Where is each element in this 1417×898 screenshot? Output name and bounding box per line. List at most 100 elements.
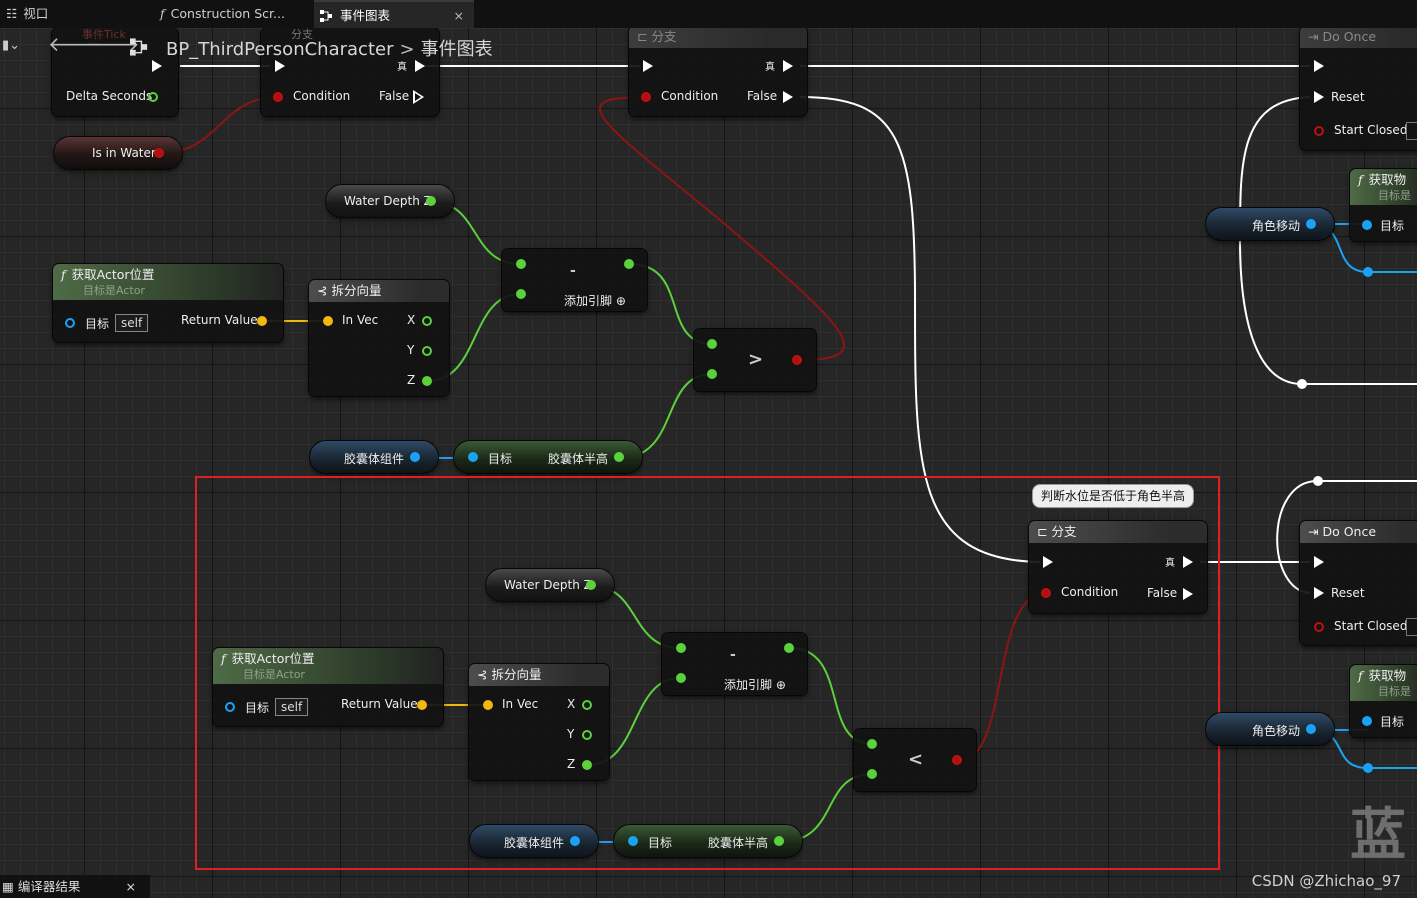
capsule-component-pin[interactable]	[410, 452, 420, 462]
subtract-node-2[interactable]: - 添加引脚 ⊕	[662, 633, 807, 695]
add-pin-button[interactable]: 添加引脚 ⊕	[724, 676, 786, 693]
false-exec-pin[interactable]	[783, 91, 793, 103]
is-in-water-pin[interactable]	[154, 148, 164, 158]
get-capsule-half-height-node[interactable]: 目标 胶囊体半高	[614, 825, 802, 857]
z-pin[interactable]	[582, 760, 592, 770]
start-closed-checkbox[interactable]	[1406, 618, 1417, 636]
branch-header: ⊏ 分支	[629, 26, 807, 48]
add-pin-button[interactable]: 添加引脚 ⊕	[564, 292, 626, 309]
z-pin[interactable]	[422, 376, 432, 386]
tab-bar: ☷ 视口 f Construction Scr... 事件图表 ×	[0, 0, 1417, 28]
capsule-component-variable[interactable]: 胶囊体组件	[470, 825, 598, 857]
y-pin[interactable]	[582, 730, 592, 740]
y-pin[interactable]	[422, 346, 432, 356]
compare-a-pin[interactable]	[707, 339, 717, 349]
water-depth-z-variable[interactable]: Water Depth Z	[326, 185, 454, 217]
target-pin[interactable]	[468, 452, 478, 462]
tab-viewport[interactable]: ☷ 视口	[0, 0, 150, 28]
in-vec-pin[interactable]	[323, 316, 333, 326]
character-movement-pin[interactable]	[1306, 219, 1316, 229]
subtract-node-1[interactable]: - 添加引脚 ⊕	[502, 249, 647, 311]
character-movement-pin[interactable]	[1306, 724, 1316, 734]
water-depth-z-pin[interactable]	[426, 196, 436, 206]
exec-in-pin[interactable]	[1314, 60, 1324, 72]
plus-circle-icon: ⊕	[775, 678, 786, 692]
do-once-node-2[interactable]: ⇥ Do Once Reset Start Closed	[1300, 521, 1417, 645]
close-panel-button[interactable]: ×	[126, 875, 136, 898]
start-closed-checkbox[interactable]	[1406, 122, 1417, 140]
target-pin[interactable]	[1362, 716, 1372, 726]
exec-out-pin[interactable]	[152, 60, 162, 72]
self-field[interactable]: self	[115, 314, 149, 332]
breadcrumb-graph[interactable]: 事件图表	[421, 39, 493, 60]
water-depth-z-pin[interactable]	[586, 580, 596, 590]
tab-construction-script[interactable]: f Construction Scr...	[152, 0, 312, 28]
self-field[interactable]: self	[275, 698, 309, 716]
exec-in-pin[interactable]	[275, 60, 285, 72]
character-movement-variable[interactable]: 角色移动	[1206, 208, 1334, 240]
subtract-b-pin[interactable]	[676, 673, 686, 683]
condition-pin[interactable]	[273, 92, 283, 102]
get-actor-location-node-1[interactable]: f 获取Actor位置 目标是Actor 目标 self Return Value	[53, 264, 283, 342]
capsule-component-variable[interactable]: 胶囊体组件	[310, 441, 438, 473]
x-pin[interactable]	[422, 316, 432, 326]
tab-event-graph[interactable]: 事件图表 ×	[314, 0, 474, 28]
get-capsule-half-height-node[interactable]: 目标 胶囊体半高	[454, 441, 642, 473]
wire-layer	[159, 65, 1417, 843]
start-closed-pin[interactable]	[1314, 126, 1324, 136]
get-component-node-2[interactable]: f 获取物 目标是 目标	[1350, 665, 1417, 737]
true-exec-pin[interactable]	[415, 60, 425, 72]
capsule-component-pin[interactable]	[570, 836, 580, 846]
true-exec-pin[interactable]	[1183, 556, 1193, 568]
half-height-pin[interactable]	[614, 452, 624, 462]
target-pin[interactable]	[225, 702, 235, 712]
half-height-pin[interactable]	[774, 836, 784, 846]
x-pin[interactable]	[582, 700, 592, 710]
get-actor-location-node-2[interactable]: f 获取Actor位置 目标是Actor 目标 self Return Value	[213, 648, 443, 726]
break-vector-node-2[interactable]: ⊰ 拆分向量 In Vec X Y Z	[469, 664, 609, 780]
is-in-water-variable[interactable]: Is in Water	[54, 137, 182, 169]
bookmark-icon[interactable]: ▮⌄	[2, 38, 20, 53]
greater-than-node[interactable]: >	[694, 329, 816, 391]
subtract-b-pin[interactable]	[516, 289, 526, 299]
subtract-a-pin[interactable]	[516, 259, 526, 269]
target-pin[interactable]	[1362, 220, 1372, 230]
delta-seconds-pin[interactable]	[148, 92, 158, 102]
condition-pin[interactable]	[641, 92, 651, 102]
branch-node-3[interactable]: ⊏ 分支 真 Condition False	[1029, 521, 1207, 613]
comment-bubble[interactable]: 判断水位是否低于角色半高	[1032, 484, 1195, 508]
compare-result-pin[interactable]	[952, 755, 962, 765]
return-value-pin[interactable]	[257, 316, 267, 326]
condition-pin[interactable]	[1041, 588, 1051, 598]
in-vec-pin[interactable]	[483, 700, 493, 710]
subtract-a-pin[interactable]	[676, 643, 686, 653]
false-exec-pin[interactable]	[1183, 588, 1193, 600]
start-closed-pin[interactable]	[1314, 622, 1324, 632]
true-exec-pin[interactable]	[783, 60, 793, 72]
break-vector-node-1[interactable]: ⊰ 拆分向量 In Vec X Y Z	[309, 280, 449, 396]
close-tab-button[interactable]: ×	[454, 2, 464, 30]
subtract-out-pin[interactable]	[624, 259, 634, 269]
compare-a-pin[interactable]	[867, 739, 877, 749]
breadcrumb-blueprint[interactable]: BP_ThirdPersonCharacter	[166, 39, 393, 60]
return-value-pin[interactable]	[417, 700, 427, 710]
compare-b-pin[interactable]	[867, 769, 877, 779]
subtract-out-pin[interactable]	[784, 643, 794, 653]
branch-node-2[interactable]: ⊏ 分支 真 Condition False	[629, 26, 807, 116]
less-than-node[interactable]: <	[854, 729, 976, 791]
reset-pin[interactable]	[1314, 587, 1324, 599]
do-once-node-1[interactable]: ⇥ Do Once Reset Start Closed	[1300, 26, 1417, 150]
target-pin[interactable]	[65, 318, 75, 328]
water-depth-z-variable[interactable]: Water Depth Z	[486, 569, 614, 601]
csdn-watermark: CSDN @Zhichao_97	[1251, 872, 1401, 890]
exec-in-pin[interactable]	[1314, 556, 1324, 568]
compare-b-pin[interactable]	[707, 369, 717, 379]
exec-in-pin[interactable]	[1043, 556, 1053, 568]
get-component-node-1[interactable]: f 获取物 目标是 目标	[1350, 169, 1417, 241]
compare-result-pin[interactable]	[792, 355, 802, 365]
exec-in-pin[interactable]	[643, 60, 653, 72]
compiler-results-tab[interactable]: ▦ 编译器结果 ×	[0, 875, 150, 898]
reset-pin[interactable]	[1314, 91, 1324, 103]
target-pin[interactable]	[628, 836, 638, 846]
character-movement-variable[interactable]: 角色移动	[1206, 713, 1334, 745]
